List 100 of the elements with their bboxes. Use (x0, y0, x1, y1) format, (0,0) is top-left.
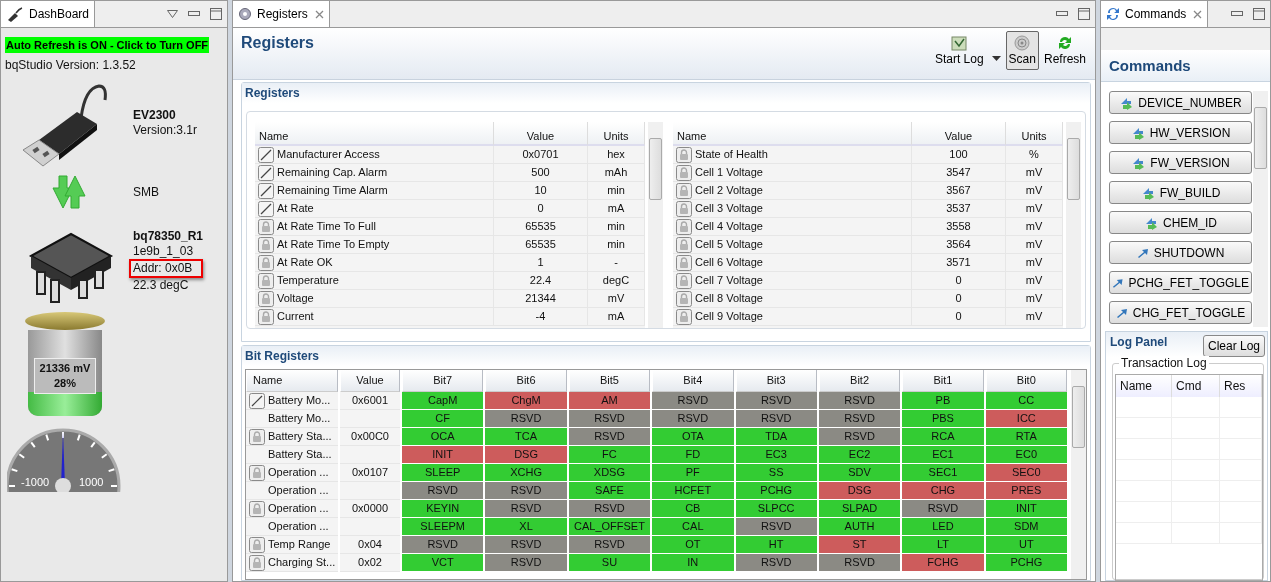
bit-cell: SEC0 (985, 464, 1067, 482)
register-name: Operation ... (268, 465, 329, 480)
table-cell: 0x0701 (494, 146, 588, 164)
command-button[interactable]: CHG_FET_TOGGLE (1109, 301, 1252, 324)
register-name: Battery Mo... (268, 411, 331, 426)
table-cell: % (1006, 146, 1063, 164)
bit-cell: CHG (902, 482, 984, 500)
bit-cell: RSVD (485, 554, 567, 572)
command-button[interactable]: HW_VERSION (1109, 121, 1252, 144)
column-header[interactable]: Cmd (1172, 375, 1220, 397)
command-button[interactable]: PCHG_FET_TOGGLE (1109, 271, 1252, 294)
column-header[interactable]: Value (494, 122, 588, 146)
scrollbar[interactable] (1253, 91, 1268, 327)
bit-cell: CC (985, 392, 1067, 410)
column-header[interactable]: Name (1116, 375, 1172, 397)
toolbar-button[interactable]: Start Log (931, 31, 987, 70)
register-name: Battery Sta... (268, 447, 332, 462)
bit-cell: DSG (485, 446, 567, 464)
column-header[interactable]: Bit2 (818, 370, 901, 392)
column-header[interactable]: Bit0 (985, 370, 1067, 392)
auto-refresh-toggle[interactable]: Auto Refresh is ON - Click to Turn OFF (5, 37, 210, 53)
bit-cell: RSVD (818, 554, 901, 572)
column-header[interactable]: Value (340, 370, 400, 392)
column-header[interactable]: Bit4 (652, 370, 734, 392)
device-name: bq78350_R1 (133, 229, 204, 244)
column-header[interactable]: Name (255, 122, 494, 146)
empty-cell (1116, 439, 1172, 460)
toolbar-button[interactable]: Scan (1005, 31, 1039, 70)
column-header[interactable]: Units (588, 122, 645, 146)
panel-title: Log Panel (1110, 335, 1168, 349)
table-cell: 65535 (494, 236, 588, 254)
bit-cell: SDV (818, 464, 901, 482)
table-cell: 0 (912, 272, 1006, 290)
bit-cell: PBS (902, 410, 984, 428)
command-button[interactable]: FW_BUILD (1109, 181, 1252, 204)
table-cell: hex (588, 146, 645, 164)
register-name: Remaining Time Alarm (277, 183, 388, 198)
scrollbar[interactable] (1071, 370, 1086, 579)
bit-cell: RSVD (652, 392, 734, 410)
register-name: At Rate Time To Empty (277, 237, 390, 252)
column-header[interactable]: Bit6 (485, 370, 567, 392)
bit-cell: CAL_OFFSET (568, 518, 651, 536)
column-header[interactable]: Units (1006, 122, 1063, 146)
view-tab[interactable]: Registers (233, 1, 330, 27)
log-sheet-icon (951, 35, 968, 51)
clear-log-button[interactable]: Clear Log (1202, 335, 1265, 357)
close-icon (1193, 9, 1203, 19)
table-cell: mAh (588, 164, 645, 182)
bit-cell: RSVD (818, 428, 901, 446)
table-cell: mA (588, 308, 645, 326)
column-header[interactable]: Value (912, 122, 1006, 146)
table-cell: - (588, 254, 645, 272)
scrollbar[interactable] (648, 122, 663, 328)
bit-cell: RSVD (735, 554, 817, 572)
bit-cell: SLPCC (735, 500, 817, 518)
register-name: At Rate OK (277, 255, 333, 270)
scan-disc-icon (1014, 35, 1031, 51)
bit-cell: LT (902, 536, 984, 554)
column-header[interactable]: Bit7 (402, 370, 484, 392)
view-tab[interactable]: Commands (1101, 1, 1209, 27)
register-name: State of Health (695, 147, 768, 162)
bit-cell: XL (485, 518, 567, 536)
table-cell: 0 (912, 308, 1006, 326)
bit-cell: HCFET (652, 482, 734, 500)
register-name: Charging St... (268, 555, 336, 570)
bit-cell: EC2 (818, 446, 901, 464)
table-cell: 10 (494, 182, 588, 200)
table-cell: 3537 (912, 200, 1006, 218)
table-cell: 65535 (494, 218, 588, 236)
register-name: Voltage (277, 291, 314, 306)
table-cell: mV (588, 290, 645, 308)
pencil-icon (258, 164, 274, 181)
maximize-icon (210, 8, 222, 20)
column-header[interactable]: Bit3 (735, 370, 817, 392)
table-cell: -4 (494, 308, 588, 326)
bit-cell: ChgM (485, 392, 567, 410)
bit-cell: RSVD (485, 500, 567, 518)
scrollbar[interactable] (1066, 122, 1081, 328)
toolbar-button[interactable]: Refresh (1040, 31, 1089, 70)
view-tab[interactable]: DashBoard (1, 1, 96, 27)
bit-cell: RSVD (568, 536, 651, 554)
column-header[interactable]: Name (246, 370, 338, 392)
bit-cell: KEYIN (402, 500, 484, 518)
bit-cell: SEC1 (902, 464, 984, 482)
register-name: Cell 4 Voltage (695, 219, 763, 234)
column-header[interactable]: Res (1220, 375, 1262, 397)
column-header[interactable]: Bit5 (568, 370, 651, 392)
bit-cell: RSVD (818, 410, 901, 428)
command-button[interactable]: FW_VERSION (1109, 151, 1252, 174)
command-button[interactable]: CHEM_ID (1109, 211, 1252, 234)
register-name: Cell 8 Voltage (695, 291, 763, 306)
command-button[interactable]: SHUTDOWN (1109, 241, 1252, 264)
register-name: Cell 3 Voltage (695, 201, 763, 216)
bit-cell: EC1 (902, 446, 984, 464)
column-header[interactable]: Name (673, 122, 912, 146)
register-name: At Rate Time To Full (277, 219, 376, 234)
bit-cell: TDA (735, 428, 817, 446)
adapter-name: EV2300 (133, 108, 177, 123)
column-header[interactable]: Bit1 (902, 370, 984, 392)
command-button[interactable]: DEVICE_NUMBER (1109, 91, 1252, 114)
